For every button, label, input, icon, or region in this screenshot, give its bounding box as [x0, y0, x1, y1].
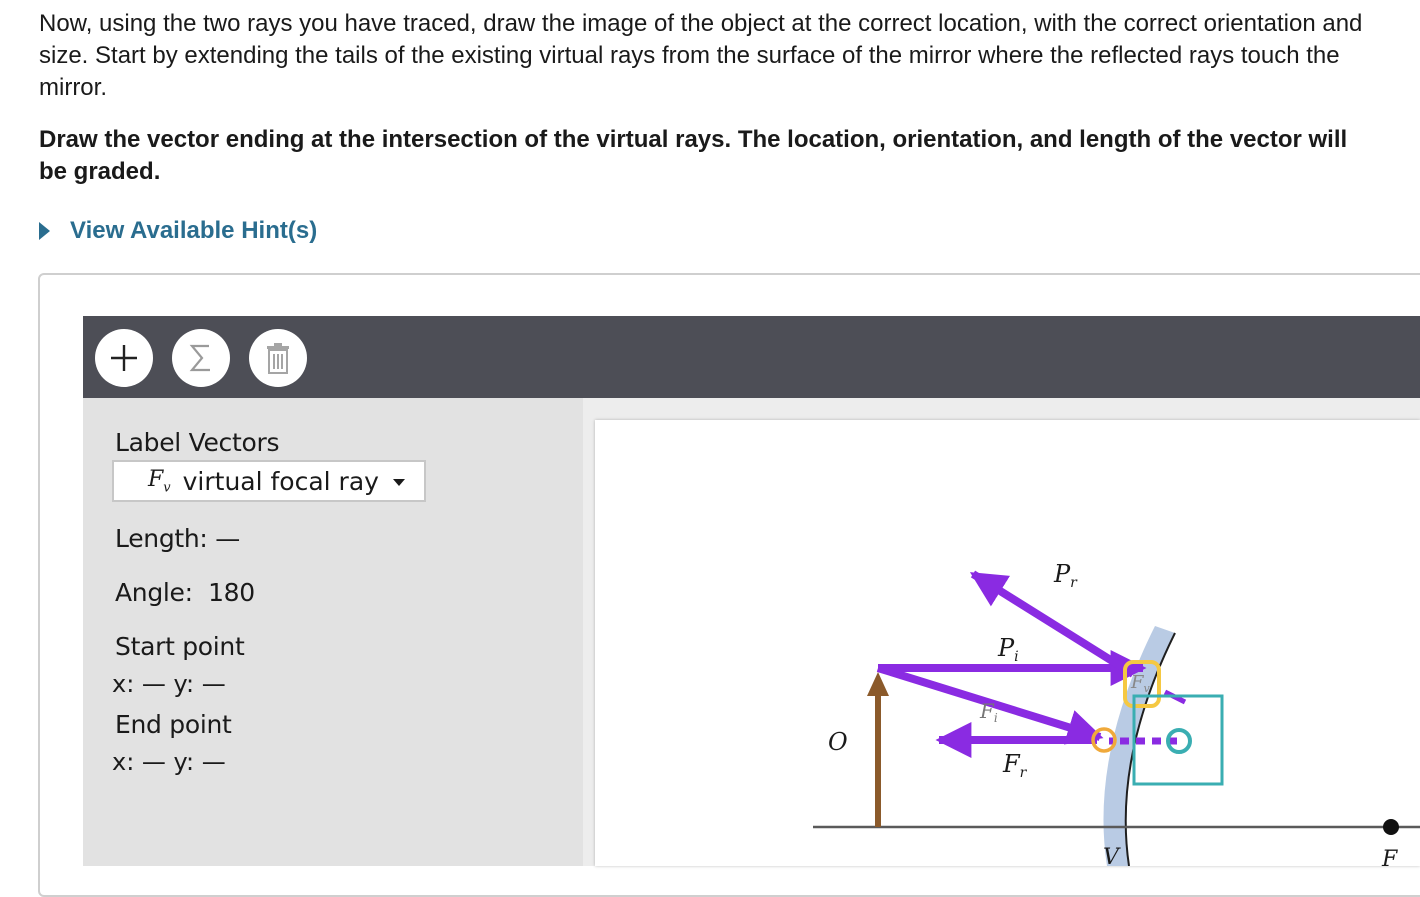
triangle-right-icon	[39, 222, 50, 240]
label-vectors-dropdown[interactable]: Fv virtual focal ray	[112, 460, 426, 502]
label-pi: Pi	[997, 634, 1019, 665]
angle-row: Angle: 180	[115, 578, 255, 607]
trash-icon	[267, 343, 289, 374]
focal-point-dot	[1383, 819, 1399, 835]
length-row: Length: —	[115, 524, 240, 553]
caret-down-icon	[392, 478, 405, 486]
vector-sum-button[interactable]	[172, 329, 230, 387]
selected-vector-symbol: Fv	[148, 466, 171, 496]
label-fr: Fr	[1002, 750, 1028, 781]
plus-icon	[111, 345, 137, 371]
label-pr: Pr	[1053, 560, 1078, 591]
focal-label: F	[1381, 847, 1398, 866]
selected-vector-label: virtual focal ray	[182, 466, 379, 496]
drawing-canvas[interactable]: O V F Pr Pi Fi Fr Fv	[595, 420, 1420, 866]
object-label: O	[828, 728, 848, 756]
angle-value: 180	[208, 578, 255, 607]
view-hints-toggle[interactable]: View Available Hint(s)	[39, 214, 317, 248]
vertex-label: V	[1103, 845, 1121, 866]
start-point-coords: x: — y: —	[112, 670, 226, 698]
view-hints-label: View Available Hint(s)	[70, 217, 318, 244]
vector-properties-sidebar: Label Vectors Fv virtual focal ray Lengt…	[83, 398, 583, 866]
instructions-bold: Draw the vector ending at the intersecti…	[39, 126, 1348, 185]
instructions-text: Now, using the two rays you have traced,…	[39, 10, 1363, 101]
sigma-icon	[189, 344, 210, 372]
start-point-heading: Start point	[115, 632, 245, 661]
object-arrow-head	[867, 672, 889, 696]
vector-toolbar	[83, 316, 1420, 398]
label-vectors-heading: Label Vectors	[115, 428, 280, 457]
snap-target-box	[1132, 694, 1224, 786]
ray-pr	[969, 570, 1136, 678]
add-vector-button[interactable]	[95, 329, 153, 387]
length-value: —	[215, 524, 240, 553]
delete-vector-button[interactable]	[249, 329, 307, 387]
ray-diagram: O V F Pr Pi Fi Fr Fv	[813, 560, 1420, 866]
end-point-coords: x: — y: —	[112, 748, 226, 776]
end-point-heading: End point	[115, 710, 232, 739]
